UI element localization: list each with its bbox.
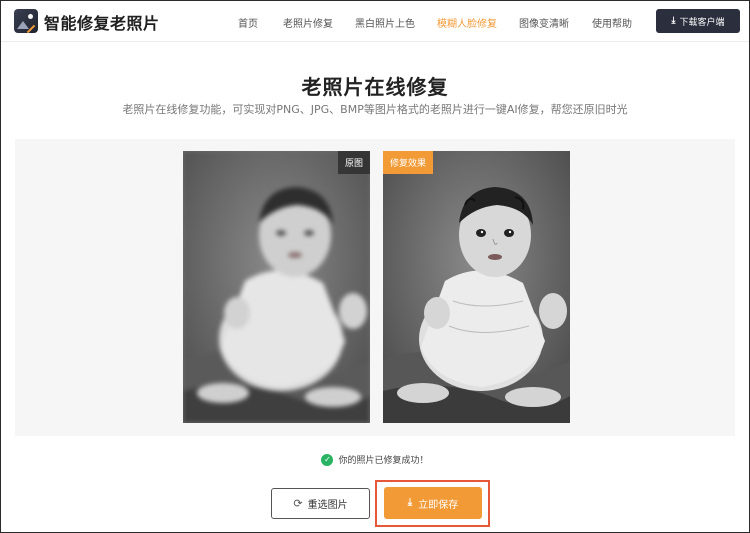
original-photo: 原图	[183, 151, 370, 423]
original-photo-image	[183, 151, 370, 423]
result-photo-image	[383, 151, 570, 423]
nav-colorize[interactable]: 黑白照片上色	[355, 15, 415, 30]
save-label: 立即保存	[418, 499, 459, 511]
save-now-button[interactable]: ⤓ 立即保存	[384, 487, 482, 519]
nav-home[interactable]: 首页	[238, 15, 258, 30]
refresh-icon: ⟳	[293, 497, 303, 510]
reselect-label: 重选图片	[307, 500, 348, 511]
original-label: 原图	[337, 151, 370, 174]
download-icon: ⤓	[407, 497, 413, 508]
logo-icon[interactable]	[14, 9, 38, 33]
success-message: ✓ 你的照片已修复成功！	[1, 453, 749, 466]
success-text: 你的照片已修复成功！	[338, 456, 429, 466]
nav-help[interactable]: 使用帮助	[592, 15, 632, 30]
download-icon: ⤓	[671, 15, 676, 26]
result-photo: 修复效果	[383, 151, 570, 423]
page-title: 老照片在线修复	[301, 75, 449, 99]
top-header: 智能修复老照片 首页 老照片修复 黑白照片上色 模糊人脸修复 图像变清晰 使用帮…	[1, 1, 749, 42]
download-client-label: 下载客户端	[679, 17, 725, 28]
compare-panel: 原图 修复效果	[15, 139, 735, 436]
nav-old-photo-repair[interactable]: 老照片修复	[283, 15, 333, 30]
result-label: 修复效果	[383, 151, 434, 174]
reselect-image-button[interactable]: ⟳ 重选图片	[271, 488, 370, 519]
download-client-button[interactable]: ⤓ 下载客户端	[656, 9, 740, 33]
nav-enhance[interactable]: 图像变清晰	[519, 15, 569, 30]
logo-text[interactable]: 智能修复老照片	[44, 10, 160, 34]
page-subtitle: 老照片在线修复功能，可实现对PNG、JPG、BMP等图片格式的老照片进行一键AI…	[122, 103, 628, 116]
nav-face-repair[interactable]: 模糊人脸修复	[437, 15, 497, 30]
check-circle-icon: ✓	[321, 453, 334, 466]
